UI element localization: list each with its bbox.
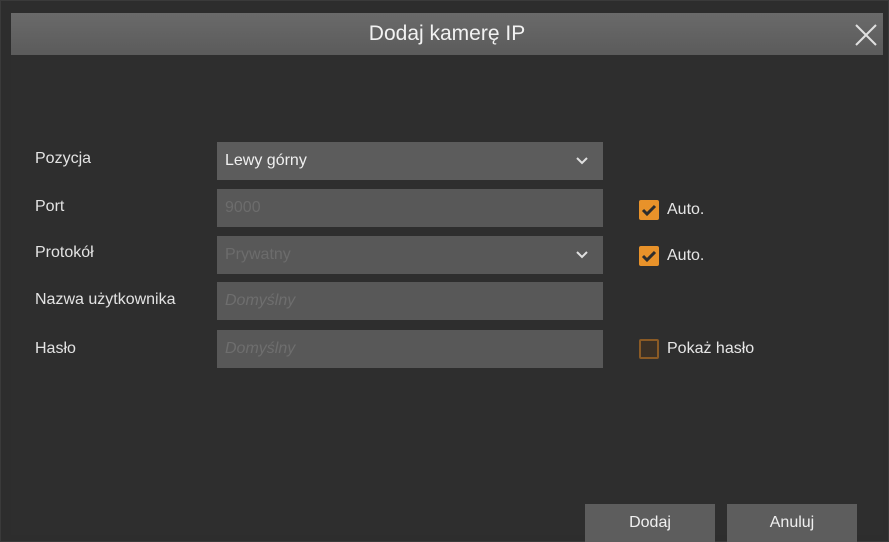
protocol-value: Prywatny xyxy=(225,246,291,263)
protocol-label: Protokół xyxy=(35,244,94,261)
protocol-auto-label: Auto. xyxy=(667,247,705,264)
username-placeholder: Domyślny xyxy=(225,292,296,309)
add-ip-camera-dialog: Dodaj kamerę IP Pozycja Lewy górny Port … xyxy=(0,0,889,542)
password-placeholder: Domyślny xyxy=(225,340,296,357)
username-input[interactable]: Domyślny xyxy=(217,282,603,320)
protocol-select[interactable]: Prywatny xyxy=(217,236,603,274)
dialog-content: Pozycja Lewy górny Port 9000 Auto. Proto… xyxy=(11,55,883,542)
close-icon[interactable] xyxy=(853,22,879,48)
position-select[interactable]: Lewy górny xyxy=(217,142,603,180)
chevron-down-icon xyxy=(576,157,588,165)
port-value: 9000 xyxy=(225,199,261,216)
add-button[interactable]: Dodaj xyxy=(585,504,715,542)
dialog-titlebar: Dodaj kamerę IP xyxy=(11,13,883,56)
password-input[interactable]: Domyślny xyxy=(217,330,603,368)
port-input[interactable]: 9000 xyxy=(217,189,603,227)
password-label: Hasło xyxy=(35,340,76,357)
port-auto-checkbox[interactable] xyxy=(639,200,659,220)
position-value: Lewy górny xyxy=(225,152,307,169)
username-label: Nazwa użytkownika xyxy=(35,291,176,308)
position-label: Pozycja xyxy=(35,150,92,167)
show-password-checkbox[interactable] xyxy=(639,339,659,359)
chevron-down-icon xyxy=(576,251,588,259)
port-label: Port xyxy=(35,198,65,215)
show-password-label: Pokaż hasło xyxy=(667,340,755,357)
dialog-title: Dodaj kamerę IP xyxy=(368,22,526,45)
checkmark-icon xyxy=(641,204,657,217)
cancel-button[interactable]: Anuluj xyxy=(727,504,857,542)
protocol-auto-checkbox[interactable] xyxy=(639,246,659,266)
checkmark-icon xyxy=(641,250,657,263)
port-auto-label: Auto. xyxy=(667,201,705,218)
